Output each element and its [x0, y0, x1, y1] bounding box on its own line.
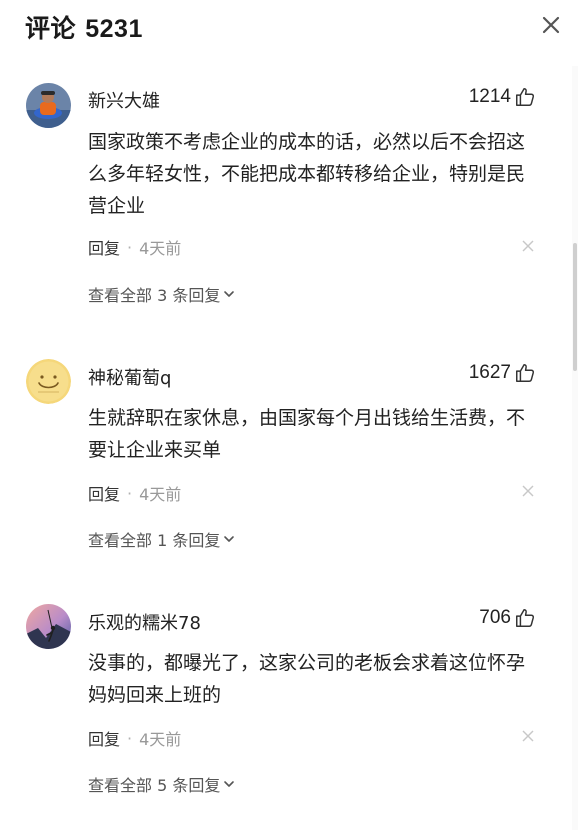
view-replies-label: 查看全部 1 条回复 [88, 531, 221, 550]
comment-username[interactable]: 新兴大雄 [88, 87, 160, 113]
avatar[interactable] [26, 604, 71, 649]
like-count: 1214 [468, 86, 511, 107]
avatar[interactable] [26, 83, 71, 128]
chevron-down-icon [224, 781, 235, 787]
like-button[interactable]: 1627 [469, 362, 536, 384]
like-count: 706 [479, 607, 511, 628]
like-button[interactable]: 1214 [469, 86, 536, 108]
reply-button[interactable]: 回复 [88, 481, 120, 505]
like-button[interactable]: 706 [479, 607, 536, 629]
comment-text: 生就辞职在家休息，由国家每个月出钱给生活费，不要让企业来买单 [88, 407, 526, 461]
reply-button[interactable]: 回复 [88, 235, 120, 259]
comment-time: 4天前 [139, 485, 182, 504]
view-replies-button[interactable]: 查看全部 1 条回复 [88, 527, 236, 551]
chevron-down-icon [224, 291, 235, 297]
person-photo-avatar-icon [26, 83, 71, 128]
thumbs-up-icon [516, 609, 535, 627]
comment-text: 没事的，都曝光了，这家公司的老板会求着这位怀孕妈妈回来上班的 [88, 652, 526, 706]
view-replies-label: 查看全部 5 条回复 [88, 776, 221, 795]
comment-username[interactable]: 乐观的糯米78 [88, 609, 201, 635]
separator-dot: · [127, 728, 133, 748]
dismiss-icon[interactable] [520, 483, 536, 499]
dismiss-icon[interactable] [520, 238, 536, 254]
scrollbar-track[interactable] [572, 66, 578, 830]
comment-time: 4天前 [139, 239, 182, 258]
view-replies-button[interactable]: 查看全部 3 条回复 [88, 282, 236, 306]
close-icon[interactable] [538, 12, 564, 38]
like-count: 1627 [468, 362, 511, 383]
view-replies-label: 查看全部 3 条回复 [88, 286, 221, 305]
view-replies-button[interactable]: 查看全部 5 条回复 [88, 772, 236, 796]
reply-button[interactable]: 回复 [88, 726, 120, 750]
comment-count: 5231 [85, 15, 143, 43]
smiley-face-avatar-icon [26, 359, 71, 404]
thumbs-up-icon [516, 88, 535, 106]
title-label: 评论 [25, 15, 77, 43]
avatar[interactable] [26, 359, 71, 404]
separator-dot: · [127, 483, 133, 503]
chevron-down-icon [224, 536, 235, 542]
dismiss-icon[interactable] [520, 728, 536, 744]
comment-meta: 回复 · 4天前 [88, 481, 181, 505]
comment-username[interactable]: 神秘葡萄q [88, 364, 171, 390]
scrollbar-thumb[interactable] [573, 243, 577, 371]
climber-photo-avatar-icon [26, 604, 71, 649]
thumbs-up-icon [516, 364, 535, 382]
page-title: 评论 5231 [25, 9, 143, 45]
comment-time: 4天前 [139, 730, 182, 749]
separator-dot: · [127, 237, 133, 257]
comment-text: 国家政策不考虑企业的成本的话，必然以后不会招这么多年轻女性，不能把成本都转移给企… [88, 131, 526, 217]
comments-header: 评论 5231 [0, 0, 578, 56]
comment-meta: 回复 · 4天前 [88, 726, 181, 750]
comment-meta: 回复 · 4天前 [88, 235, 181, 259]
